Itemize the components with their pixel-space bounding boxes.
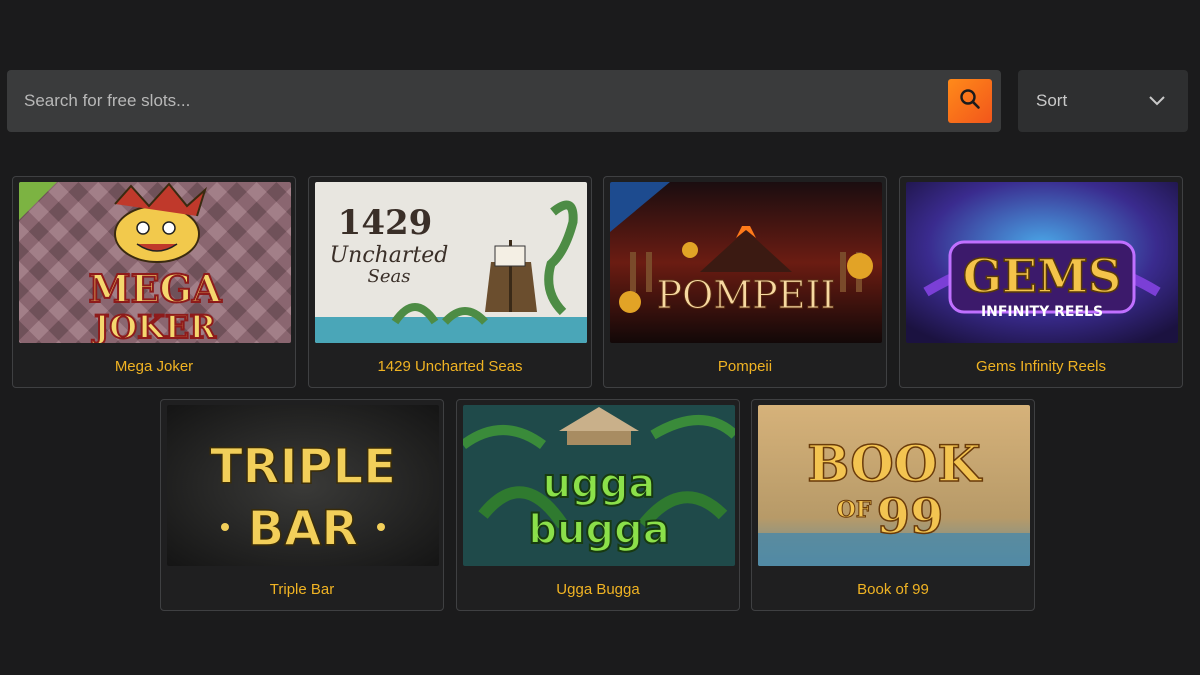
pompeii-art-text: POMPEII <box>657 273 836 317</box>
gems-art-line1: GEMS <box>963 249 1121 303</box>
book-of-99-art-line1: BOOK <box>807 434 982 493</box>
game-title: Pompeii <box>717 358 773 375</box>
game-card-book-of-99[interactable]: BOOK OF 99 Book of 99 <box>751 399 1035 611</box>
game-title: Book of 99 <box>857 581 929 598</box>
ugga-bugga-art-line1: ugga <box>543 461 656 507</box>
game-card-1429-uncharted-seas[interactable]: 1429 Uncharted Seas 1429 Uncharted Seas <box>308 176 592 388</box>
game-thumbnail: MEGA JOKER <box>19 182 291 343</box>
game-thumbnail: POMPEII <box>610 182 882 343</box>
ugga-bugga-art-line2: bugga <box>528 507 669 553</box>
game-title: Ugga Bugga <box>556 581 640 598</box>
game-thumbnail: ugga bugga <box>463 405 735 566</box>
search-bar <box>7 70 1001 132</box>
search-button[interactable] <box>948 79 992 123</box>
game-thumbnail: BOOK OF 99 <box>758 405 1030 566</box>
game-card-triple-bar[interactable]: TRIPLE BAR Triple Bar <box>160 399 444 611</box>
game-title: 1429 Uncharted Seas <box>377 358 523 375</box>
game-title: Gems Infinity Reels <box>975 358 1107 375</box>
search-input[interactable] <box>7 70 937 132</box>
gems-art-line2: INFINITY REELS <box>981 304 1103 320</box>
game-thumbnail: GEMS INFINITY REELS <box>906 182 1178 343</box>
book-of-99-art-line2: OF <box>837 497 872 523</box>
triple-bar-art-line2: BAR <box>248 501 359 557</box>
uncharted-art-line1: 1429 <box>338 203 433 243</box>
game-thumbnail: 1429 Uncharted Seas <box>315 182 587 343</box>
game-title: Mega Joker <box>114 358 194 375</box>
game-card-ugga-bugga[interactable]: ugga bugga Ugga Bugga <box>456 399 740 611</box>
game-card-pompeii[interactable]: POMPEII Pompeii <box>603 176 887 388</box>
sort-label: Sort <box>1036 91 1068 110</box>
sort-dropdown[interactable]: Sort <box>1018 70 1188 132</box>
triple-bar-art-line1: TRIPLE <box>210 439 396 495</box>
book-of-99-art-line3: 99 <box>877 489 944 545</box>
search-icon <box>959 88 981 115</box>
game-title: Triple Bar <box>269 581 335 598</box>
game-card-mega-joker[interactable]: MEGA JOKER Mega Joker <box>12 176 296 388</box>
game-thumbnail: TRIPLE BAR <box>167 405 439 566</box>
uncharted-art-line2: Uncharted <box>330 243 449 268</box>
mega-joker-art-line2: JOKER <box>91 308 216 343</box>
uncharted-art-line3: Seas <box>368 266 411 287</box>
game-card-gems-infinity-reels[interactable]: GEMS INFINITY REELS Gems Infinity Reels <box>899 176 1183 388</box>
mega-joker-art-line1: MEGA <box>89 266 222 311</box>
chevron-down-icon <box>1148 94 1166 112</box>
